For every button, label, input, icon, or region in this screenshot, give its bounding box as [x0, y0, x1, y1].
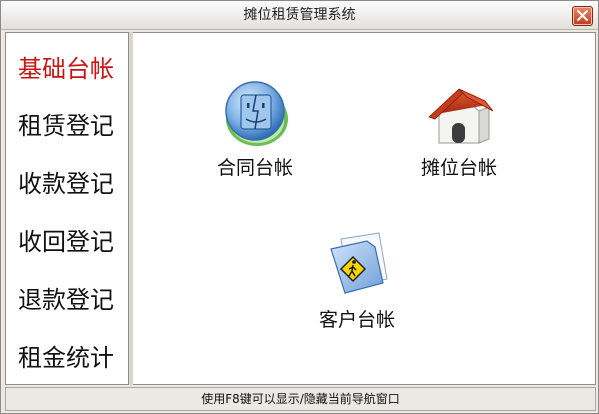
main-panel: 合同台帐 摊位台帐 客户台帐 [133, 32, 596, 385]
sidebar-item-payment-registration[interactable]: 收款登记 [18, 166, 128, 202]
sidebar-item-rent-statistics[interactable]: 租金统计 [18, 340, 128, 376]
close-button[interactable] [572, 6, 593, 26]
window-title: 摊位租赁管理系统 [243, 7, 356, 23]
sidebar-item-lease-registration[interactable]: 租赁登记 [18, 108, 128, 144]
tile-label: 摊位台帐 [420, 157, 497, 179]
tile-label: 客户台帐 [318, 309, 395, 331]
tile-booth-ledger[interactable]: 摊位台帐 [389, 77, 529, 180]
tile-customer-ledger[interactable]: 客户台帐 [287, 229, 427, 332]
house-icon [428, 85, 494, 144]
close-icon [577, 10, 588, 21]
finder-face-icon [225, 81, 288, 146]
navigation-sidebar: 基础台帐 租赁登记 收款登记 收回登记 退款登记 租金统计 [5, 32, 129, 385]
sidebar-item-refund-registration[interactable]: 退款登记 [18, 282, 128, 318]
sidebar-item-recovery-registration[interactable]: 收回登记 [18, 224, 128, 260]
sidebar-item-basic-ledger[interactable]: 基础台帐 [18, 51, 128, 87]
title-bar[interactable]: 摊位租赁管理系统 [1, 1, 598, 30]
tile-label: 合同台帐 [216, 157, 293, 179]
app-window: 摊位租赁管理系统 基础台帐 租赁登记 收款登记 收回登记 退款登记 租金统计 合… [0, 0, 599, 414]
status-bar: 使用F8键可以显示/隐藏当前导航窗口 [5, 387, 596, 411]
tile-contract-ledger[interactable]: 合同台帐 [185, 77, 325, 180]
folder-pedestrian-icon [330, 232, 388, 294]
